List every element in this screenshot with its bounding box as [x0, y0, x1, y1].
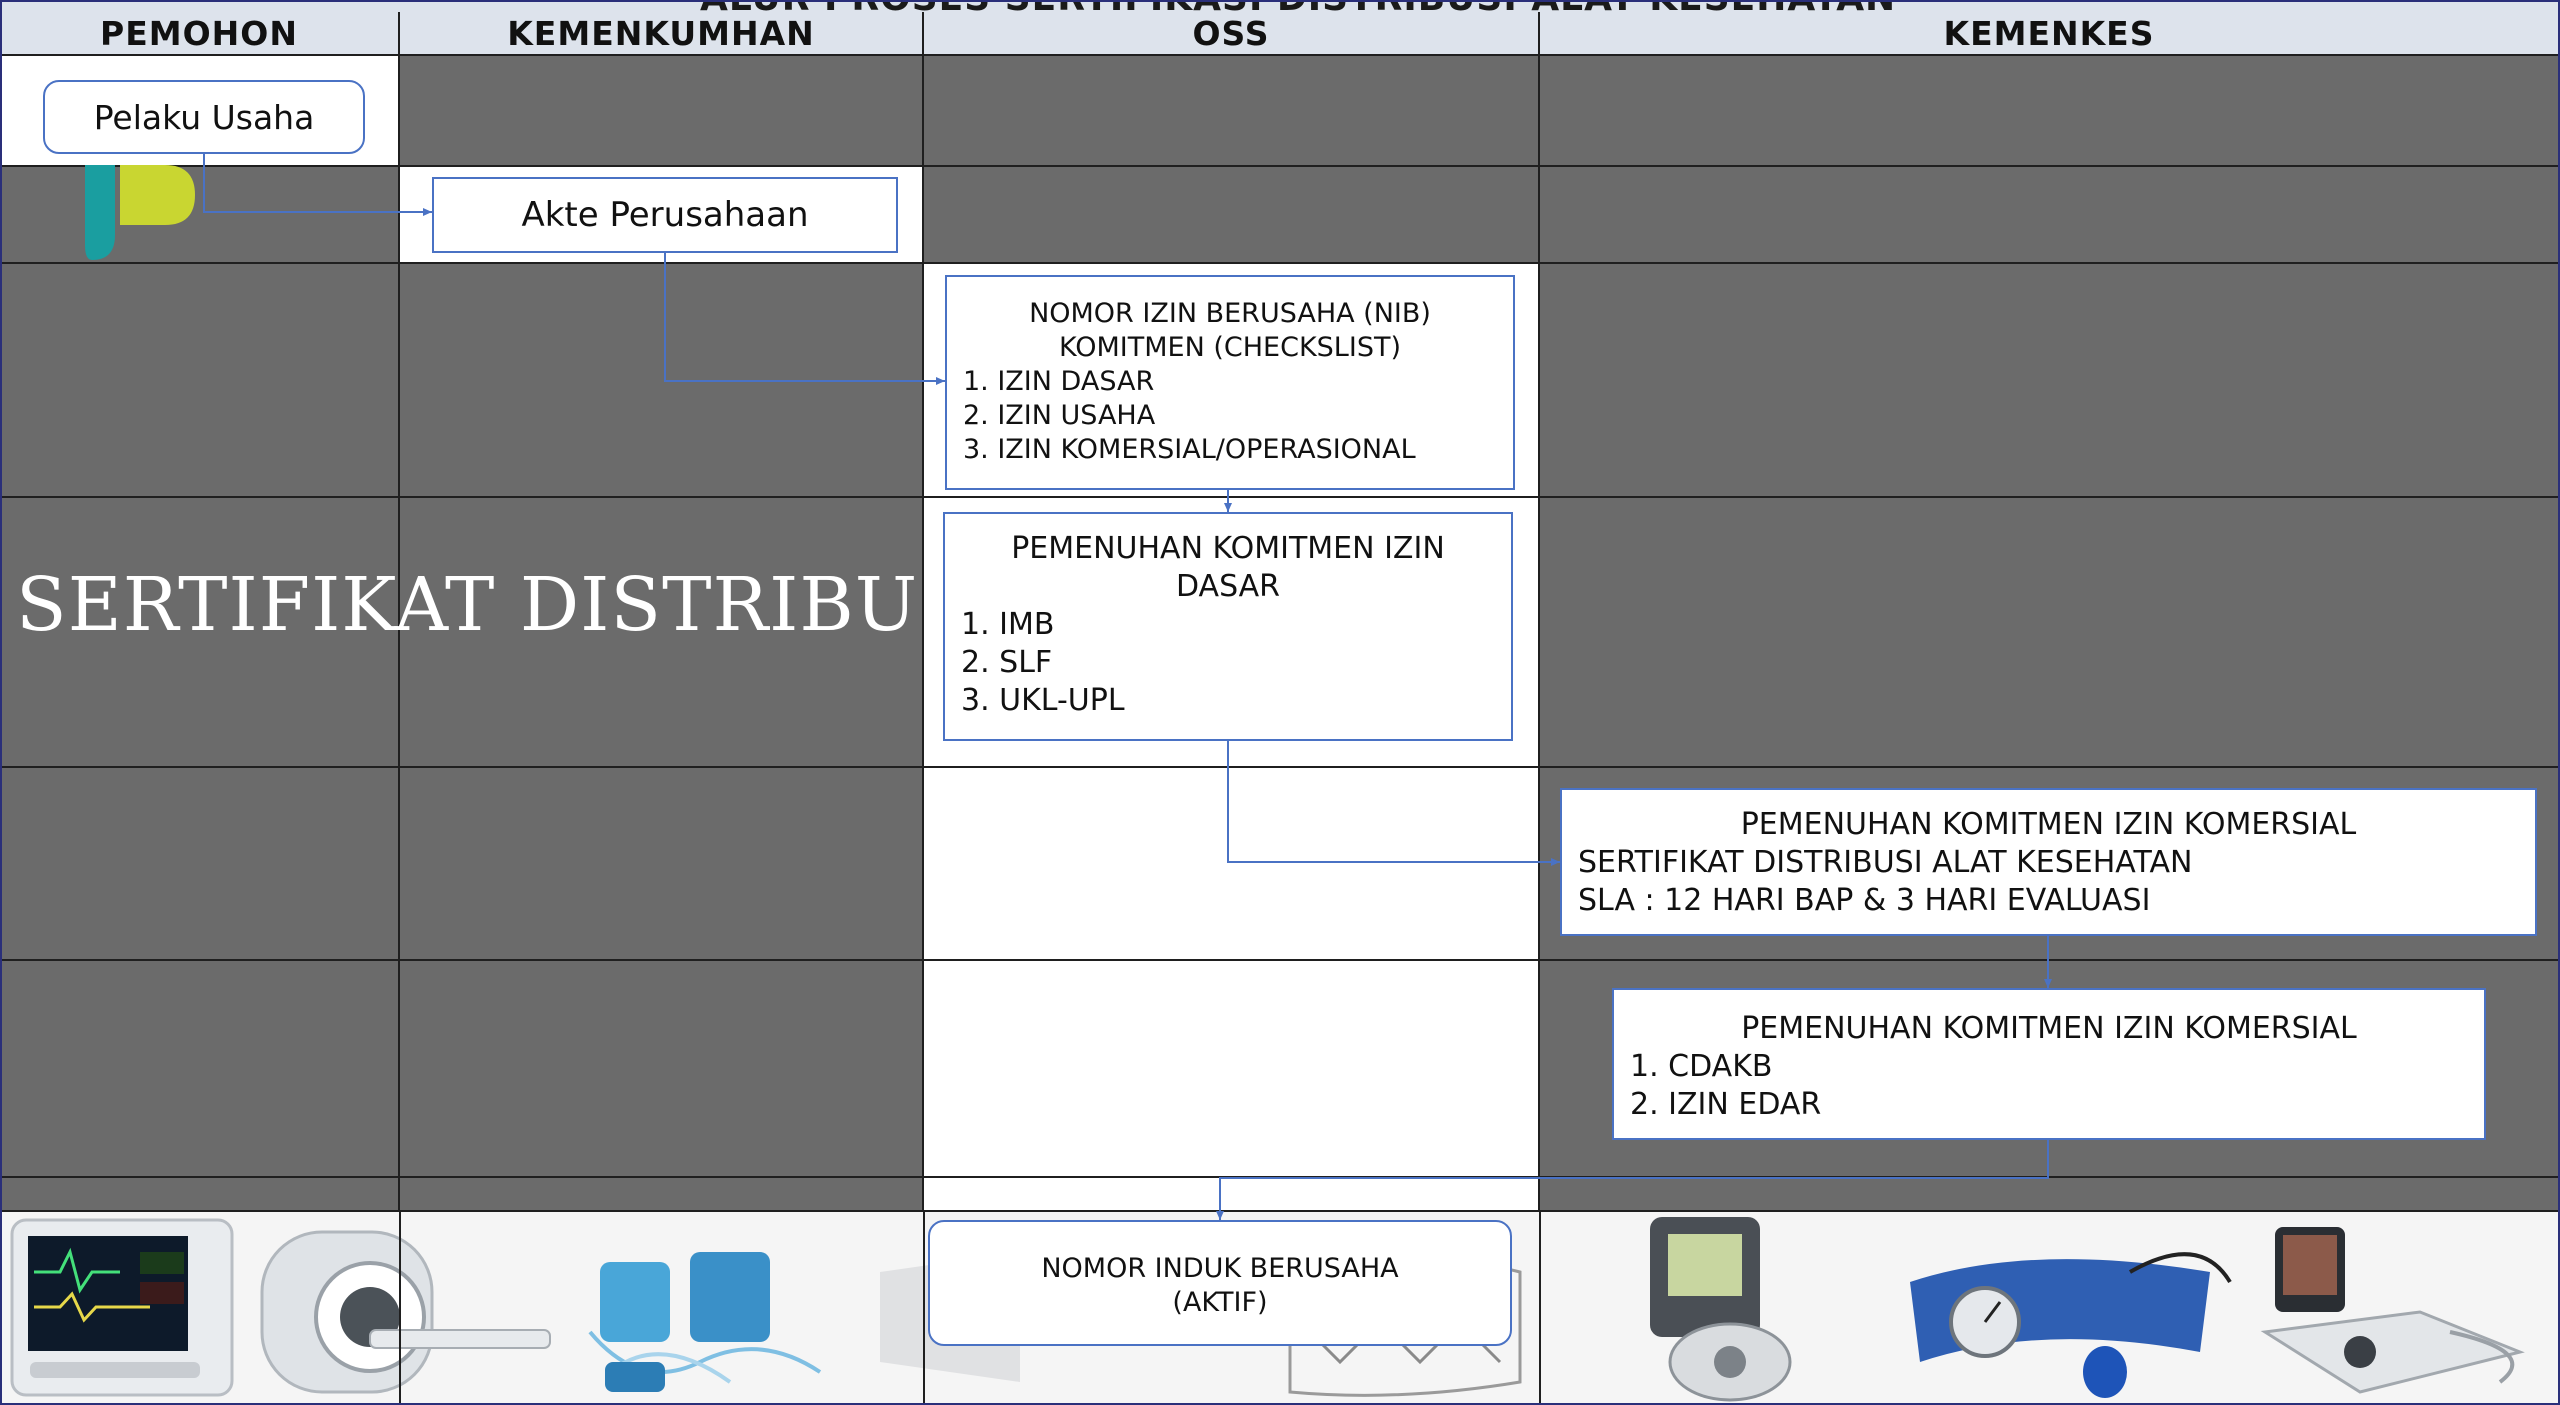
- lane-header-pemohon: PEMOHON: [0, 12, 400, 56]
- lane-header-kemenkumhan: KEMENKUMHAN: [400, 12, 924, 56]
- cell-kemenkes-r4: [1540, 498, 2560, 768]
- cell-kemenkes-r1: [1540, 56, 2560, 167]
- step-nib: NOMOR IZIN BERUSAHA (NIB) KOMITMEN (CHEC…: [945, 275, 1515, 490]
- lane-header-kemenkes: KEMENKES: [1540, 12, 2560, 56]
- cell-kemenkumhan-r5: [400, 768, 924, 961]
- cell-kemenkes-r3: [1540, 264, 2560, 498]
- nib-subtitle: KOMITMEN (CHECKSLIST): [1059, 332, 1401, 363]
- cell-kemenkumhan-r7: [400, 1178, 924, 1212]
- cell-kemenkumhan-r3: [400, 264, 924, 498]
- lane-header-oss: OSS: [924, 12, 1540, 56]
- nib-item: 1. IZIN DASAR: [963, 366, 1155, 397]
- izin-dasar-item: 3. UKL-UPL: [961, 683, 1125, 718]
- kemenkes-logo-icon: [85, 165, 195, 260]
- certificate-label: SERTIFIKAT DISTRIBUSI: [16, 562, 1001, 648]
- cell-kemenkes-r7: [1540, 1178, 2560, 1212]
- nomor-induk-line1: NOMOR INDUK BERUSAHA: [1041, 1253, 1399, 1284]
- cell-oss-r6: [924, 961, 1540, 1178]
- step-nomor-induk-berusaha: NOMOR INDUK BERUSAHA (AKTIF): [928, 1220, 1512, 1346]
- step-komersial-cdakb: PEMENUHAN KOMITMEN IZIN KOMERSIAL 1. CDA…: [1612, 988, 2486, 1140]
- step-komersial-sertifikat: PEMENUHAN KOMITMEN IZIN KOMERSIAL SERTIF…: [1560, 788, 2537, 936]
- cell-pemohon-r6: [0, 961, 400, 1178]
- cell-oss-r5: [924, 768, 1540, 961]
- step-pelaku-usaha: Pelaku Usaha: [43, 80, 365, 154]
- komersial-1-line: SLA : 12 HARI BAP & 3 HARI EVALUASI: [1578, 883, 2151, 918]
- nib-item: 2. IZIN USAHA: [963, 400, 1156, 431]
- cell-pemohon-r7: [0, 1178, 400, 1212]
- komersial-2-title: PEMENUHAN KOMITMEN IZIN KOMERSIAL: [1741, 1011, 2357, 1046]
- komersial-2-item: 1. CDAKB: [1630, 1049, 1773, 1084]
- cell-kemenkumhan-r6: [400, 961, 924, 1178]
- nib-item: 3. IZIN KOMERSIAL/OPERASIONAL: [963, 434, 1416, 465]
- izin-dasar-item: 2. SLF: [961, 645, 1053, 680]
- nomor-induk-line2: (AKTIF): [1172, 1287, 1268, 1318]
- swimlane-diagram: ALUR PROSES SERTIFIKASI DISTRIBUSI ALAT …: [0, 0, 2560, 1405]
- cell-kemenkumhan-r1: [400, 56, 924, 167]
- nib-title: NOMOR IZIN BERUSAHA (NIB): [1029, 298, 1431, 329]
- diagram-title: ALUR PROSES SERTIFIKASI DISTRIBUSI ALAT …: [0, 0, 2560, 12]
- komersial-2-item: 2. IZIN EDAR: [1630, 1087, 1822, 1122]
- diagram-title-text: ALUR PROSES SERTIFIKASI DISTRIBUSI ALAT …: [700, 0, 1896, 12]
- komersial-1-title: PEMENUHAN KOMITMEN IZIN KOMERSIAL: [1740, 807, 2357, 842]
- step-izin-dasar: PEMENUHAN KOMITMEN IZIN DASAR 1. IMB 2. …: [943, 512, 1513, 741]
- cell-oss-r7: [924, 1178, 1540, 1212]
- izin-dasar-item: 1. IMB: [961, 607, 1055, 642]
- cell-oss-r1: [924, 56, 1540, 167]
- cell-oss-r2: [924, 167, 1540, 264]
- komersial-1-line: SERTIFIKAT DISTRIBUSI ALAT KESEHATAN: [1578, 845, 2193, 880]
- izin-dasar-title: PEMENUHAN KOMITMEN IZIN DASAR: [1011, 531, 1445, 604]
- patient-monitor-icon: [10, 1218, 234, 1397]
- cell-pemohon-r3: [0, 264, 400, 498]
- step-akte-perusahaan: Akte Perusahaan: [432, 177, 898, 253]
- cell-kemenkes-r2: [1540, 167, 2560, 264]
- cell-pemohon-r5: [0, 768, 400, 961]
